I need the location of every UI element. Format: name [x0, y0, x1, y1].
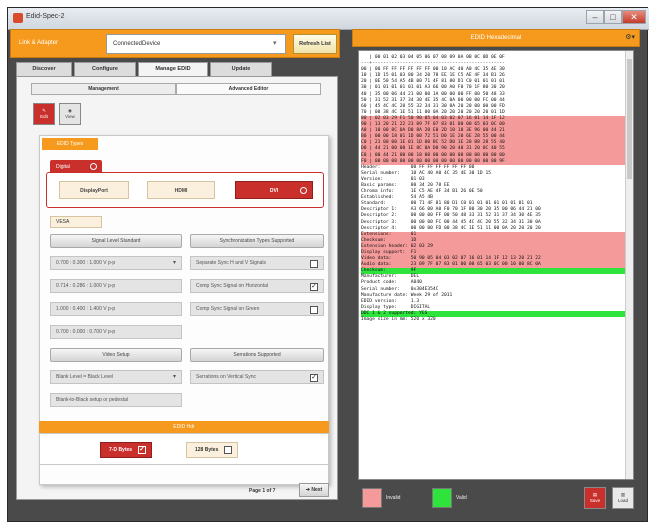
hex-line: Image size in mm: 520 x 320 [361, 317, 436, 323]
interface-displayport-button[interactable]: DisplayPort [59, 181, 129, 199]
signal-level-value: 0.700 : 0.300 : 1.000 V p-p [56, 260, 116, 266]
invalid-swatch [362, 488, 382, 508]
hex-view-panel: | 00 01 02 03 04 05 06 07 08 09 0A 0B 0C… [358, 50, 634, 480]
device-select[interactable]: ConnectedDevice ▾ [106, 34, 286, 54]
edid-hdr-options: 7-D Bytes ✓ 128 Bytes [39, 433, 329, 465]
sync-green-checkbox[interactable] [310, 306, 318, 314]
chevron-down-icon: ▾ [273, 40, 277, 47]
vesa-label: VESA [56, 219, 70, 225]
load-label: Load [617, 498, 628, 503]
hex-text-view: | 00 01 02 03 04 05 06 07 08 09 0A 0B 0C… [361, 55, 625, 323]
serrations-checkbox[interactable]: ✓ [310, 374, 318, 382]
device-label: Link & Adapter [19, 40, 59, 46]
hdr-7d-bytes-button[interactable]: 7-D Bytes ✓ [100, 442, 152, 458]
interface-dvi-button[interactable]: DVI [235, 181, 313, 199]
signal-level-header: Signal Level Standard [50, 234, 182, 248]
scrollbar-thumb[interactable] [627, 59, 632, 179]
valid-label: Valid [456, 495, 467, 501]
invalid-label: Invalid [386, 495, 401, 501]
tab-configure[interactable]: Configure [74, 62, 136, 76]
signal-level-option[interactable]: 1.000 : 0.400 : 1.400 V p-p [50, 302, 182, 316]
sync-horizontal-checkbox[interactable]: ✓ [310, 283, 318, 291]
page-info: Page 1 of 7 [249, 488, 276, 494]
edit-mode-label: Edit [40, 114, 48, 119]
hdr-7d-bytes-label: 7-D Bytes [109, 447, 133, 453]
interface-selector: DisplayPort HDMI DVI [46, 172, 324, 208]
hdr-128-bytes-button[interactable]: 128 Bytes [186, 442, 238, 458]
sync-types-header: Synchronization Types Supported [190, 234, 324, 248]
toggle-icon [90, 163, 97, 170]
load-button[interactable]: ▥ Load [612, 487, 634, 509]
sync-horizontal-option[interactable]: Comp Sync Signal on Horizontal ✓ [190, 279, 324, 293]
tab-advanced-editor[interactable]: Advanced Editor [176, 83, 321, 95]
video-setup-note: Blank-to-Black setup or pedestal [50, 393, 182, 407]
tab-update[interactable]: Update [210, 62, 272, 76]
maximize-icon[interactable]: □ [604, 10, 622, 24]
sync-green-label: Comp Sync Signal on Green [196, 306, 260, 312]
dropdown-arrow-icon: ▾ [172, 260, 176, 266]
settings-gear-icon[interactable]: ⚙▾ [625, 33, 635, 41]
video-setup-header: Video Setup [50, 348, 182, 362]
sync-green-option[interactable]: Comp Sync Signal on Green [190, 302, 324, 316]
hdr-7d-bytes-checkbox[interactable]: ✓ [138, 446, 146, 454]
video-setup-value: Blank Level = Black Level [56, 374, 114, 380]
valid-swatch [432, 488, 452, 508]
sync-horizontal-label: Comp Sync Signal on Horizontal [196, 283, 268, 289]
vesa-select[interactable]: VESA [50, 216, 102, 228]
save-label: Save [589, 498, 601, 503]
next-button[interactable]: ➔ Next [299, 483, 329, 497]
edit-mode-button[interactable]: ✎ Edit [33, 103, 55, 125]
app-icon [13, 13, 23, 23]
subtabs: Management Advanced Editor [31, 83, 321, 95]
serrations-option[interactable]: Serrations on Vertical Sync ✓ [190, 370, 324, 384]
tab-discover[interactable]: Discover [16, 62, 72, 76]
view-mode-button[interactable]: ◉ View [59, 103, 81, 125]
serrations-label: Serrations on Vertical Sync [196, 374, 257, 380]
dropdown-arrow-icon: ▾ [172, 374, 176, 380]
edid-types-header: EDID Types [42, 138, 98, 150]
view-mode-label: View [65, 114, 75, 119]
refresh-list-button[interactable]: Refresh List [293, 34, 337, 54]
sync-separate-checkbox[interactable] [310, 260, 318, 268]
title-bar: Edid-Spec-2 – □ ✕ [8, 8, 649, 30]
manage-edid-panel: Management Advanced Editor ✎ Edit ◉ View… [16, 76, 338, 500]
sync-separate-option[interactable]: Separate Sync H and V Signals [190, 256, 324, 270]
tab-management[interactable]: Management [31, 83, 176, 95]
video-setup-select[interactable]: Blank Level = Black Level ▾ [50, 370, 182, 384]
signal-level-select[interactable]: 0.700 : 0.300 : 1.000 V p-p ▾ [50, 256, 182, 270]
close-icon[interactable]: ✕ [622, 10, 646, 24]
device-bar: Link & Adapter ConnectedDevice ▾ Refresh… [10, 29, 340, 58]
hdr-128-bytes-checkbox[interactable] [224, 446, 232, 454]
signal-level-option[interactable]: 0.714 : 0.286 : 1.000 V p-p [50, 279, 182, 293]
save-button[interactable]: ▤ Save [584, 487, 606, 509]
next-label: Next [311, 487, 323, 493]
tab-manage-edid[interactable]: Manage EDID [138, 62, 208, 76]
device-select-value: ConnectedDevice [113, 41, 161, 47]
hex-panel-header: EDID Hexadecimal ⚙▾ [352, 29, 640, 47]
digital-label: Digital [56, 164, 70, 170]
hdr-128-bytes-label: 128 Bytes [195, 447, 219, 453]
minimize-icon[interactable]: – [586, 10, 604, 24]
edid-hdr-header: EDID Hdr [39, 421, 329, 433]
sync-separate-label: Separate Sync H and V Signals [196, 260, 267, 266]
interface-dvi-label: DVI [269, 188, 279, 194]
interface-hdmi-button[interactable]: HDMI [147, 181, 215, 199]
hex-scrollbar[interactable] [625, 51, 633, 479]
signal-level-option[interactable]: 0.700 : 0.000 : 0.700 V p-p [50, 325, 182, 339]
toggle-icon [300, 187, 307, 194]
window-title: Edid-Spec-2 [26, 13, 65, 20]
serrations-header: Serrations Supported [190, 348, 324, 362]
hex-panel-title: EDID Hexadecimal [470, 35, 522, 41]
